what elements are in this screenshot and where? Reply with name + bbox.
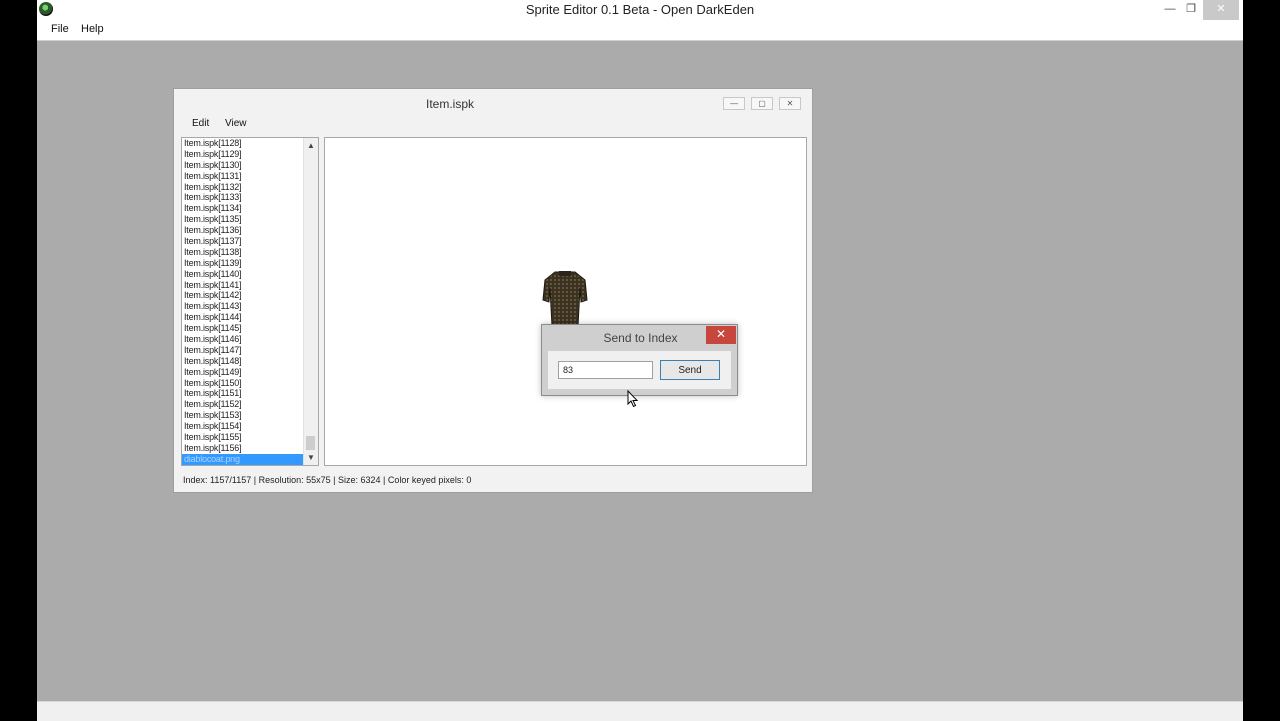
menu-view[interactable]: View: [225, 118, 247, 129]
list-item[interactable]: Item.ispk[1149]: [182, 367, 318, 378]
child-minimize-button[interactable]: —: [723, 97, 745, 110]
list-item[interactable]: Item.ispk[1128]: [182, 138, 318, 149]
list-item[interactable]: Item.ispk[1148]: [182, 356, 318, 367]
list-item[interactable]: Item.ispk[1141]: [182, 280, 318, 291]
scroll-thumb[interactable]: [306, 436, 315, 450]
list-item[interactable]: Item.ispk[1143]: [182, 301, 318, 312]
list-item[interactable]: Item.ispk[1139]: [182, 258, 318, 269]
child-close-button[interactable]: ✕: [779, 97, 801, 110]
sprite-status-text: Index: 1157/1157 | Resolution: 55x75 | S…: [183, 475, 472, 485]
list-item[interactable]: Item.ispk[1137]: [182, 236, 318, 247]
list-item[interactable]: Item.ispk[1153]: [182, 410, 318, 421]
list-item[interactable]: Item.ispk[1144]: [182, 312, 318, 323]
list-item[interactable]: Item.ispk[1155]: [182, 432, 318, 443]
dialog-body: Send: [548, 351, 731, 389]
list-item[interactable]: Item.ispk[1133]: [182, 192, 318, 203]
list-item[interactable]: Item.ispk[1142]: [182, 290, 318, 301]
sprite-list[interactable]: Item.ispk[1128] Item.ispk[1129] Item.ispk[…: [181, 137, 319, 466]
list-item[interactable]: Item.ispk[1146]: [182, 334, 318, 345]
restore-button[interactable]: ❐: [1178, 0, 1204, 20]
list-item[interactable]: Item.ispk[1156]: [182, 443, 318, 454]
list-item[interactable]: Item.ispk[1136]: [182, 225, 318, 236]
list-item[interactable]: Item.ispk[1130]: [182, 160, 318, 171]
app-title: Sprite Editor 0.1 Beta - Open DarkEden: [525, 2, 755, 17]
list-scrollbar[interactable]: ▲ ▼: [303, 138, 318, 465]
list-item[interactable]: Item.ispk[1145]: [182, 323, 318, 334]
index-input[interactable]: [558, 361, 653, 379]
child-window-title: Item.ispk: [425, 97, 474, 111]
list-item[interactable]: Item.ispk[1131]: [182, 171, 318, 182]
list-item[interactable]: Item.ispk[1138]: [182, 247, 318, 258]
list-item[interactable]: Item.ispk[1140]: [182, 269, 318, 280]
app-menubar: File Help: [37, 20, 1243, 41]
coat-sprite-image: [542, 271, 588, 327]
send-button[interactable]: Send: [660, 360, 720, 380]
list-item[interactable]: Item.ispk[1132]: [182, 182, 318, 193]
scroll-up-arrow[interactable]: ▲: [304, 139, 318, 153]
list-item[interactable]: Item.ispk[1154]: [182, 421, 318, 432]
item-ispk-window: Item.ispk — ▢ ✕ Edit View Item.ispk[1128…: [173, 88, 813, 493]
list-item[interactable]: Item.ispk[1147]: [182, 345, 318, 356]
menu-edit[interactable]: Edit: [192, 118, 209, 129]
sprite-list-items: Item.ispk[1128] Item.ispk[1129] Item.ispk[…: [182, 138, 318, 465]
app-statusbar: [37, 701, 1243, 721]
list-item[interactable]: Item.ispk[1151]: [182, 388, 318, 399]
app-titlebar[interactable]: Sprite Editor 0.1 Beta - Open DarkEden —…: [37, 0, 1243, 20]
close-button[interactable]: ✕: [1203, 0, 1239, 20]
sprite-preview-canvas[interactable]: [324, 137, 807, 466]
scroll-down-arrow[interactable]: ▼: [304, 451, 318, 465]
list-item[interactable]: Item.ispk[1129]: [182, 149, 318, 160]
screen: Sprite Editor 0.1 Beta - Open DarkEden —…: [0, 0, 1280, 721]
menu-file[interactable]: File: [51, 23, 69, 35]
list-item[interactable]: Item.ispk[1135]: [182, 214, 318, 225]
list-item[interactable]: Item.ispk[1134]: [182, 203, 318, 214]
list-item[interactable]: Item.ispk[1150]: [182, 378, 318, 389]
menu-help[interactable]: Help: [81, 23, 104, 35]
mouse-cursor-icon: [627, 390, 639, 408]
dialog-close-button[interactable]: ✕: [706, 326, 736, 344]
list-item[interactable]: diablocoat.png: [182, 453, 318, 465]
child-maximize-button[interactable]: ▢: [751, 97, 773, 110]
list-item[interactable]: Item.ispk[1152]: [182, 399, 318, 410]
send-to-index-dialog: Send to Index ✕ Send: [541, 324, 738, 396]
